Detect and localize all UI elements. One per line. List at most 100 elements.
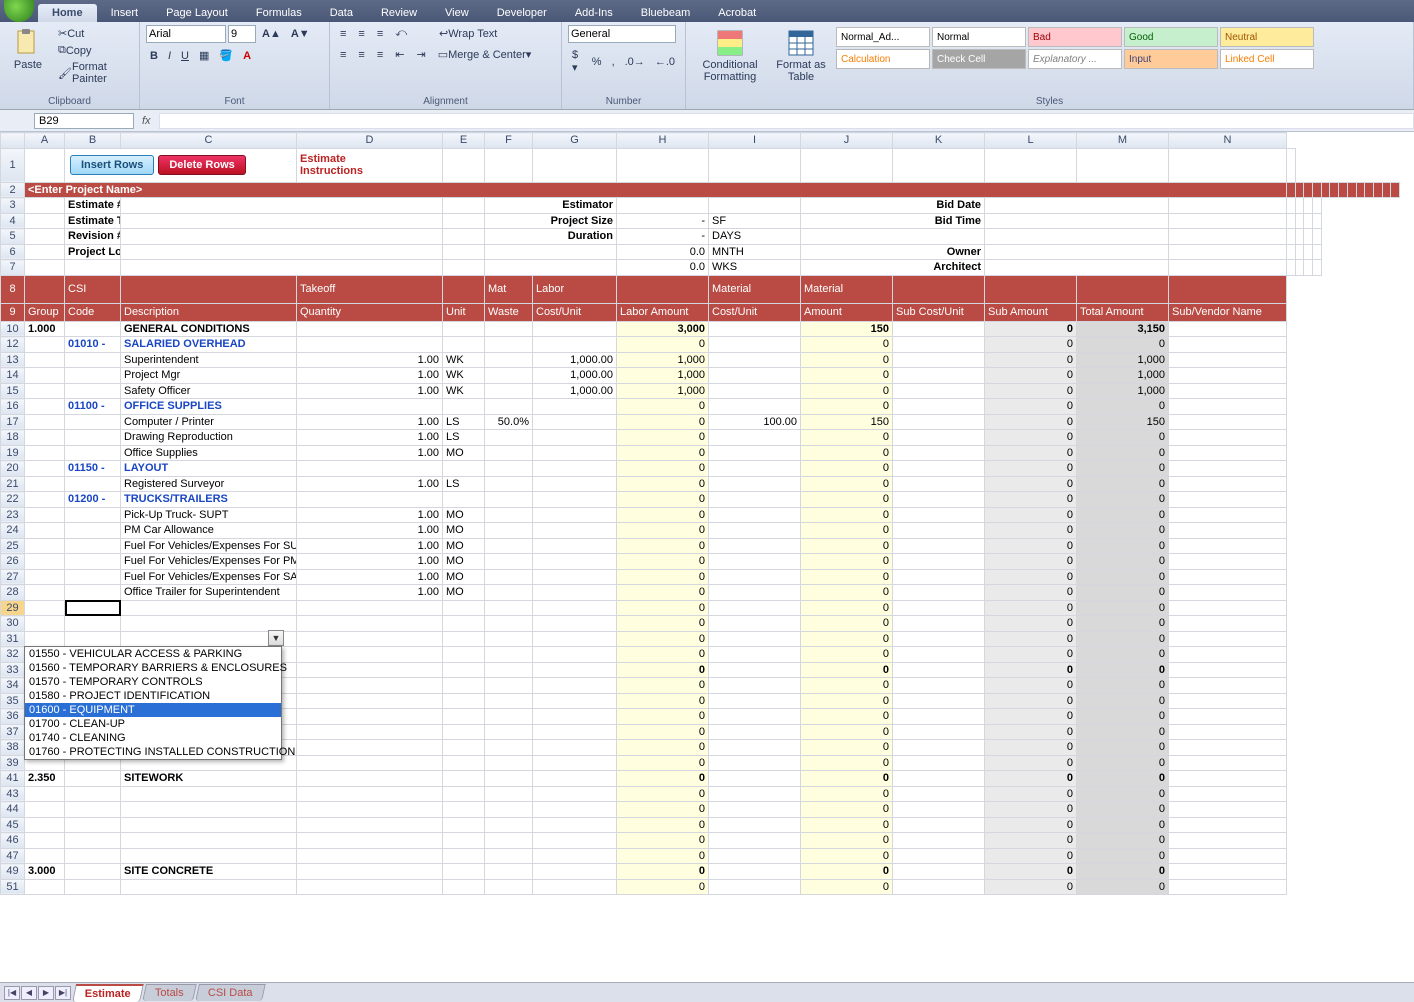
row-header-46[interactable]: 46 xyxy=(1,833,25,849)
col-header-J[interactable]: J xyxy=(801,133,893,149)
cell-style-bad[interactable]: Bad xyxy=(1028,27,1122,47)
ribbon-tab-view[interactable]: View xyxy=(431,4,483,22)
row-header-25[interactable]: 25 xyxy=(1,538,25,554)
ribbon-tab-page-layout[interactable]: Page Layout xyxy=(152,4,242,22)
row-header-30[interactable]: 30 xyxy=(1,616,25,632)
cell-style-check-cell[interactable]: Check Cell xyxy=(932,49,1026,69)
inc-decimal-button[interactable]: .0→ xyxy=(621,48,649,75)
cell-style-good[interactable]: Good xyxy=(1124,27,1218,47)
cell-style-neutral[interactable]: Neutral xyxy=(1220,27,1314,47)
merge-center-button[interactable]: ▭Merge & Center ▾ xyxy=(434,47,536,62)
col-header-I[interactable]: I xyxy=(709,133,801,149)
col-header-A[interactable]: A xyxy=(25,133,65,149)
comma-button[interactable]: , xyxy=(608,48,619,75)
row-header-47[interactable]: 47 xyxy=(1,848,25,864)
dropdown-item[interactable]: 01740 - CLEANING xyxy=(25,731,281,745)
ribbon-tab-review[interactable]: Review xyxy=(367,4,431,22)
active-cell[interactable] xyxy=(65,600,121,616)
row-header-49[interactable]: 49 xyxy=(1,864,25,880)
worksheet-grid[interactable]: ABCDEFGHIJKLMN1Insert RowsDelete RowsEst… xyxy=(0,132,1414,982)
ribbon-tab-add-ins[interactable]: Add-Ins xyxy=(561,4,627,22)
dropdown-item[interactable]: 01580 - PROJECT IDENTIFICATION xyxy=(25,689,281,703)
conditional-formatting-button[interactable]: Conditional Formatting xyxy=(692,25,768,85)
row-header-3[interactable]: 3 xyxy=(1,198,25,214)
number-format-select[interactable] xyxy=(568,25,676,43)
format-as-table-button[interactable]: Format as Table xyxy=(768,25,834,85)
row-header-20[interactable]: 20 xyxy=(1,461,25,477)
estimate-instructions-link[interactable]: EstimateInstructions xyxy=(297,148,443,182)
row-header-19[interactable]: 19 xyxy=(1,445,25,461)
cell-style-calculation[interactable]: Calculation xyxy=(836,49,930,69)
align-right-button[interactable]: ≡ xyxy=(373,48,387,62)
ribbon-tab-insert[interactable]: Insert xyxy=(97,4,153,22)
percent-button[interactable]: % xyxy=(588,48,606,75)
col-header-E[interactable]: E xyxy=(443,133,485,149)
row-header-37[interactable]: 37 xyxy=(1,724,25,740)
row-header-51[interactable]: 51 xyxy=(1,879,25,895)
dropdown-item[interactable]: 01570 - TEMPORARY CONTROLS xyxy=(25,675,281,689)
sheet-nav-button[interactable]: ▶| xyxy=(55,986,71,1000)
sheet-tab-csi-data[interactable]: CSI Data xyxy=(195,984,265,1001)
col-header-F[interactable]: F xyxy=(485,133,533,149)
align-bottom-button[interactable]: ≡ xyxy=(373,27,387,41)
font-color-button[interactable]: A xyxy=(239,48,255,63)
row-header-21[interactable]: 21 xyxy=(1,476,25,492)
ribbon-tab-developer[interactable]: Developer xyxy=(483,4,561,22)
shrink-font-button[interactable]: A▼ xyxy=(287,26,314,42)
col-header-G[interactable]: G xyxy=(533,133,617,149)
formula-input[interactable] xyxy=(159,113,1414,129)
fx-icon[interactable]: fx xyxy=(142,115,151,127)
ribbon-tab-acrobat[interactable]: Acrobat xyxy=(704,4,770,22)
col-header-C[interactable]: C xyxy=(121,133,297,149)
indent-inc-button[interactable]: ⇥ xyxy=(412,47,429,62)
row-header-41[interactable]: 41 xyxy=(1,771,25,787)
dropdown-item[interactable]: 01760 - PROTECTING INSTALLED CONSTRUCTIO… xyxy=(25,745,281,759)
row-header-4[interactable]: 4 xyxy=(1,213,25,229)
row-header-28[interactable]: 28 xyxy=(1,585,25,601)
row-header-27[interactable]: 27 xyxy=(1,569,25,585)
align-middle-button[interactable]: ≡ xyxy=(354,27,368,41)
dropdown-item[interactable]: 01700 - CLEAN-UP xyxy=(25,717,281,731)
row-header-9[interactable]: 9 xyxy=(1,303,25,321)
copy-button[interactable]: ⧉Copy xyxy=(54,43,133,58)
dropdown-item[interactable]: 01600 - EQUIPMENT xyxy=(25,703,281,717)
row-header-31[interactable]: 31 xyxy=(1,631,25,647)
cell-dropdown-button[interactable]: ▼ xyxy=(268,630,284,646)
cell-style-normal-ad-[interactable]: Normal_Ad... xyxy=(836,27,930,47)
cell-styles-gallery[interactable]: Normal_Ad...NormalBadGoodNeutralCalculat… xyxy=(834,25,1316,71)
col-header-L[interactable]: L xyxy=(985,133,1077,149)
row-header-18[interactable]: 18 xyxy=(1,430,25,446)
sheet-tab-totals[interactable]: Totals xyxy=(142,984,196,1001)
row-header-7[interactable]: 7 xyxy=(1,260,25,276)
row-header-16[interactable]: 16 xyxy=(1,399,25,415)
sheet-tab-estimate[interactable]: Estimate xyxy=(72,984,144,1002)
row-header-22[interactable]: 22 xyxy=(1,492,25,508)
row-header-5[interactable]: 5 xyxy=(1,229,25,245)
row-header-38[interactable]: 38 xyxy=(1,740,25,756)
underline-button[interactable]: U xyxy=(177,48,193,63)
ribbon-tab-data[interactable]: Data xyxy=(316,4,367,22)
cut-button[interactable]: ✂Cut xyxy=(54,26,133,41)
row-header-43[interactable]: 43 xyxy=(1,786,25,802)
row-header-6[interactable]: 6 xyxy=(1,244,25,260)
border-button[interactable]: ▦ xyxy=(195,48,213,63)
row-header-8[interactable]: 8 xyxy=(1,275,25,303)
bold-button[interactable]: B xyxy=(146,48,162,63)
align-center-button[interactable]: ≡ xyxy=(354,48,368,62)
row-header-44[interactable]: 44 xyxy=(1,802,25,818)
insert-rows-button[interactable]: Insert Rows xyxy=(70,155,154,175)
row-header-14[interactable]: 14 xyxy=(1,368,25,384)
row-header-17[interactable]: 17 xyxy=(1,414,25,430)
row-header-39[interactable]: 39 xyxy=(1,755,25,771)
row-header-33[interactable]: 33 xyxy=(1,662,25,678)
italic-button[interactable]: I xyxy=(164,48,175,63)
validation-dropdown[interactable]: 01550 - VEHICULAR ACCESS & PARKING01560 … xyxy=(24,646,282,760)
font-size-select[interactable] xyxy=(228,25,256,43)
grow-font-button[interactable]: A▲ xyxy=(258,26,285,42)
row-header-29[interactable]: 29 xyxy=(1,600,25,616)
row-header-1[interactable]: 1 xyxy=(1,148,25,182)
fill-color-button[interactable]: 🪣 xyxy=(215,48,237,63)
row-header-34[interactable]: 34 xyxy=(1,678,25,694)
format-painter-button[interactable]: 🖌Format Painter xyxy=(54,60,133,86)
currency-button[interactable]: $ ▾ xyxy=(568,48,586,75)
